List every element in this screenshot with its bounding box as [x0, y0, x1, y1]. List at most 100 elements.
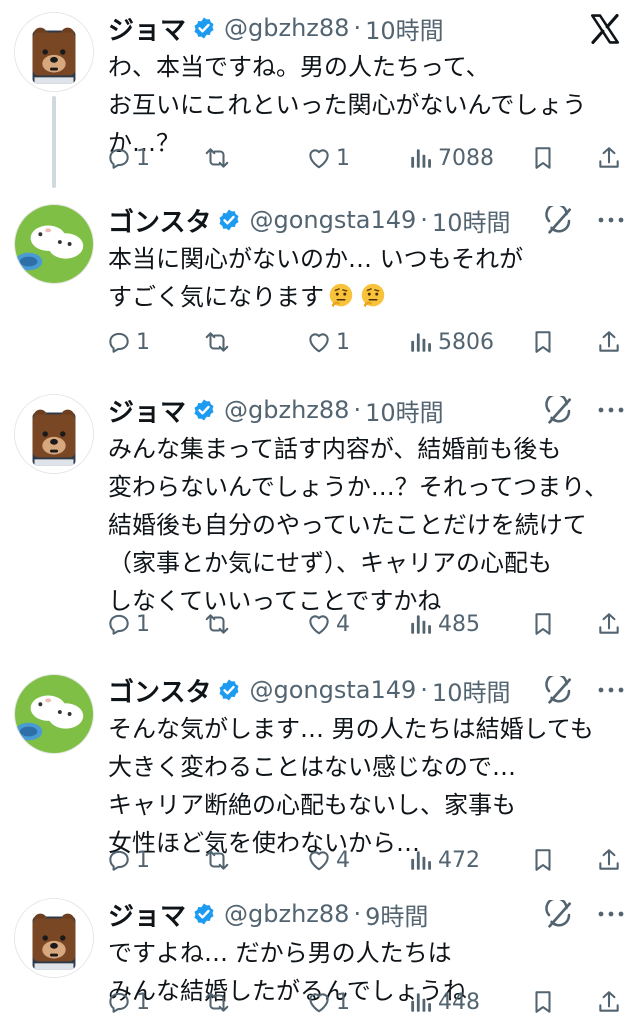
share-button[interactable]	[596, 324, 626, 360]
reply-icon	[106, 611, 132, 637]
like-icon	[306, 989, 332, 1015]
views-button[interactable]: 485	[408, 606, 480, 642]
more-options-icon[interactable]	[596, 904, 626, 924]
reply-button[interactable]: 1	[106, 842, 150, 878]
retweet-icon	[204, 611, 230, 637]
like-button[interactable]: 1	[306, 984, 350, 1020]
more-options-icon[interactable]	[596, 210, 626, 230]
verified-badge-icon	[192, 902, 216, 926]
timestamp[interactable]: 10時間	[365, 393, 444, 428]
thread-connector-line	[52, 96, 56, 188]
views-button[interactable]: 5806	[408, 324, 494, 360]
grok-icon[interactable]	[544, 676, 574, 706]
separator: ·	[353, 900, 362, 928]
avatar[interactable]	[14, 674, 94, 754]
more-options-icon[interactable]	[596, 680, 626, 700]
share-button[interactable]	[596, 140, 626, 176]
avatar[interactable]	[14, 12, 94, 92]
views-button[interactable]: 7088	[408, 140, 494, 176]
view-count: 448	[438, 989, 480, 1015]
avatar[interactable]	[14, 394, 94, 474]
view-count: 5806	[438, 329, 494, 355]
bookmark-button[interactable]	[530, 606, 560, 642]
share-button[interactable]	[596, 842, 626, 878]
tweet[interactable]: ゴンスタ @gongsta149 · 10時間 本当に関心がないのか… いつもそ…	[0, 192, 640, 382]
reply-count: 1	[136, 329, 150, 355]
like-count: 4	[336, 611, 350, 637]
views-icon	[408, 989, 434, 1015]
reply-button[interactable]: 1	[106, 324, 150, 360]
user-handle[interactable]: @gbzhz88	[224, 900, 349, 928]
views-button[interactable]: 472	[408, 842, 480, 878]
user-handle[interactable]: @gbzhz88	[224, 14, 349, 42]
retweet-button[interactable]	[204, 984, 234, 1020]
share-button[interactable]	[596, 606, 626, 642]
user-handle[interactable]: @gongsta149	[249, 676, 416, 704]
like-button[interactable]: 1	[306, 140, 350, 176]
bookmark-icon	[530, 847, 556, 873]
tweet-text-content: みんな集まって話す内容が、結婚前も後も 変わらないんでしょうか…？それってつまり…	[108, 435, 609, 615]
user-handle[interactable]: @gongsta149	[249, 206, 416, 234]
avatar[interactable]	[14, 204, 94, 284]
view-count: 485	[438, 611, 480, 637]
grok-icon[interactable]	[544, 206, 574, 236]
share-button[interactable]	[596, 984, 626, 1020]
bookmark-button[interactable]	[530, 324, 560, 360]
display-name[interactable]: ジョマ	[108, 896, 186, 933]
reply-button[interactable]: 1	[106, 984, 150, 1020]
retweet-button[interactable]	[204, 140, 234, 176]
timestamp[interactable]: 10時間	[432, 673, 511, 708]
display-name[interactable]: ゴンスタ	[108, 202, 211, 239]
grok-icon[interactable]	[544, 396, 574, 426]
timestamp[interactable]: 10時間	[365, 11, 444, 46]
user-handle[interactable]: @gbzhz88	[224, 396, 349, 424]
view-count: 7088	[438, 145, 494, 171]
tweet-actions: 1 4 485	[100, 606, 630, 642]
like-button[interactable]: 1	[306, 324, 350, 360]
retweet-button[interactable]	[204, 324, 234, 360]
views-icon	[408, 329, 434, 355]
separator: ·	[353, 396, 362, 424]
reply-button[interactable]: 1	[106, 140, 150, 176]
timestamp[interactable]: 9時間	[365, 897, 428, 932]
tweet-header: ジョマ @gbzhz88 · 9時間	[108, 894, 428, 934]
tweet[interactable]: ジョマ @gbzhz88 · 10時間 わ、本当ですね。男の人たちって、 お互い…	[0, 0, 640, 192]
display-name[interactable]: ゴンスタ	[108, 672, 211, 709]
views-button[interactable]: 448	[408, 984, 480, 1020]
timestamp[interactable]: 10時間	[432, 203, 511, 238]
reply-icon	[106, 847, 132, 873]
retweet-icon	[204, 145, 230, 171]
tweet[interactable]: ゴンスタ @gongsta149 · 10時間 そんな気がします… 男の人たちは…	[0, 662, 640, 886]
tweet[interactable]: ジョマ @gbzhz88 · 10時間 みんな集まって話す内容が、結婚前も後も …	[0, 382, 640, 662]
views-icon	[408, 145, 434, 171]
bookmark-button[interactable]	[530, 984, 560, 1020]
views-icon	[408, 611, 434, 637]
bookmark-icon	[530, 145, 556, 171]
like-button[interactable]: 4	[306, 842, 350, 878]
verified-badge-icon	[192, 16, 216, 40]
display-name[interactable]: ジョマ	[108, 392, 186, 429]
more-options-icon[interactable]	[596, 400, 626, 420]
tweet-header: ジョマ @gbzhz88 · 10時間	[108, 390, 444, 430]
bookmark-icon	[530, 989, 556, 1015]
thinking-face-emoji-icon	[358, 281, 388, 311]
share-icon	[596, 329, 622, 355]
like-count: 4	[336, 847, 350, 873]
tweet-actions: 1 1 5806	[100, 324, 630, 360]
like-icon	[306, 329, 332, 355]
avatar[interactable]	[14, 898, 94, 978]
like-icon	[306, 611, 332, 637]
tweet-text: 本当に関心がないのか… いつもそれが すごく気になります	[108, 240, 618, 316]
bookmark-button[interactable]	[530, 842, 560, 878]
display-name[interactable]: ジョマ	[108, 10, 186, 47]
x-logo-icon[interactable]	[588, 12, 622, 46]
view-count: 472	[438, 847, 480, 873]
reply-button[interactable]: 1	[106, 606, 150, 642]
share-icon	[596, 847, 622, 873]
grok-icon[interactable]	[544, 900, 574, 930]
bookmark-button[interactable]	[530, 140, 560, 176]
tweet[interactable]: ジョマ @gbzhz88 · 9時間 ですよね… だから男の人たちは みんな結婚…	[0, 886, 640, 1024]
retweet-button[interactable]	[204, 606, 234, 642]
retweet-button[interactable]	[204, 842, 234, 878]
like-button[interactable]: 4	[306, 606, 350, 642]
